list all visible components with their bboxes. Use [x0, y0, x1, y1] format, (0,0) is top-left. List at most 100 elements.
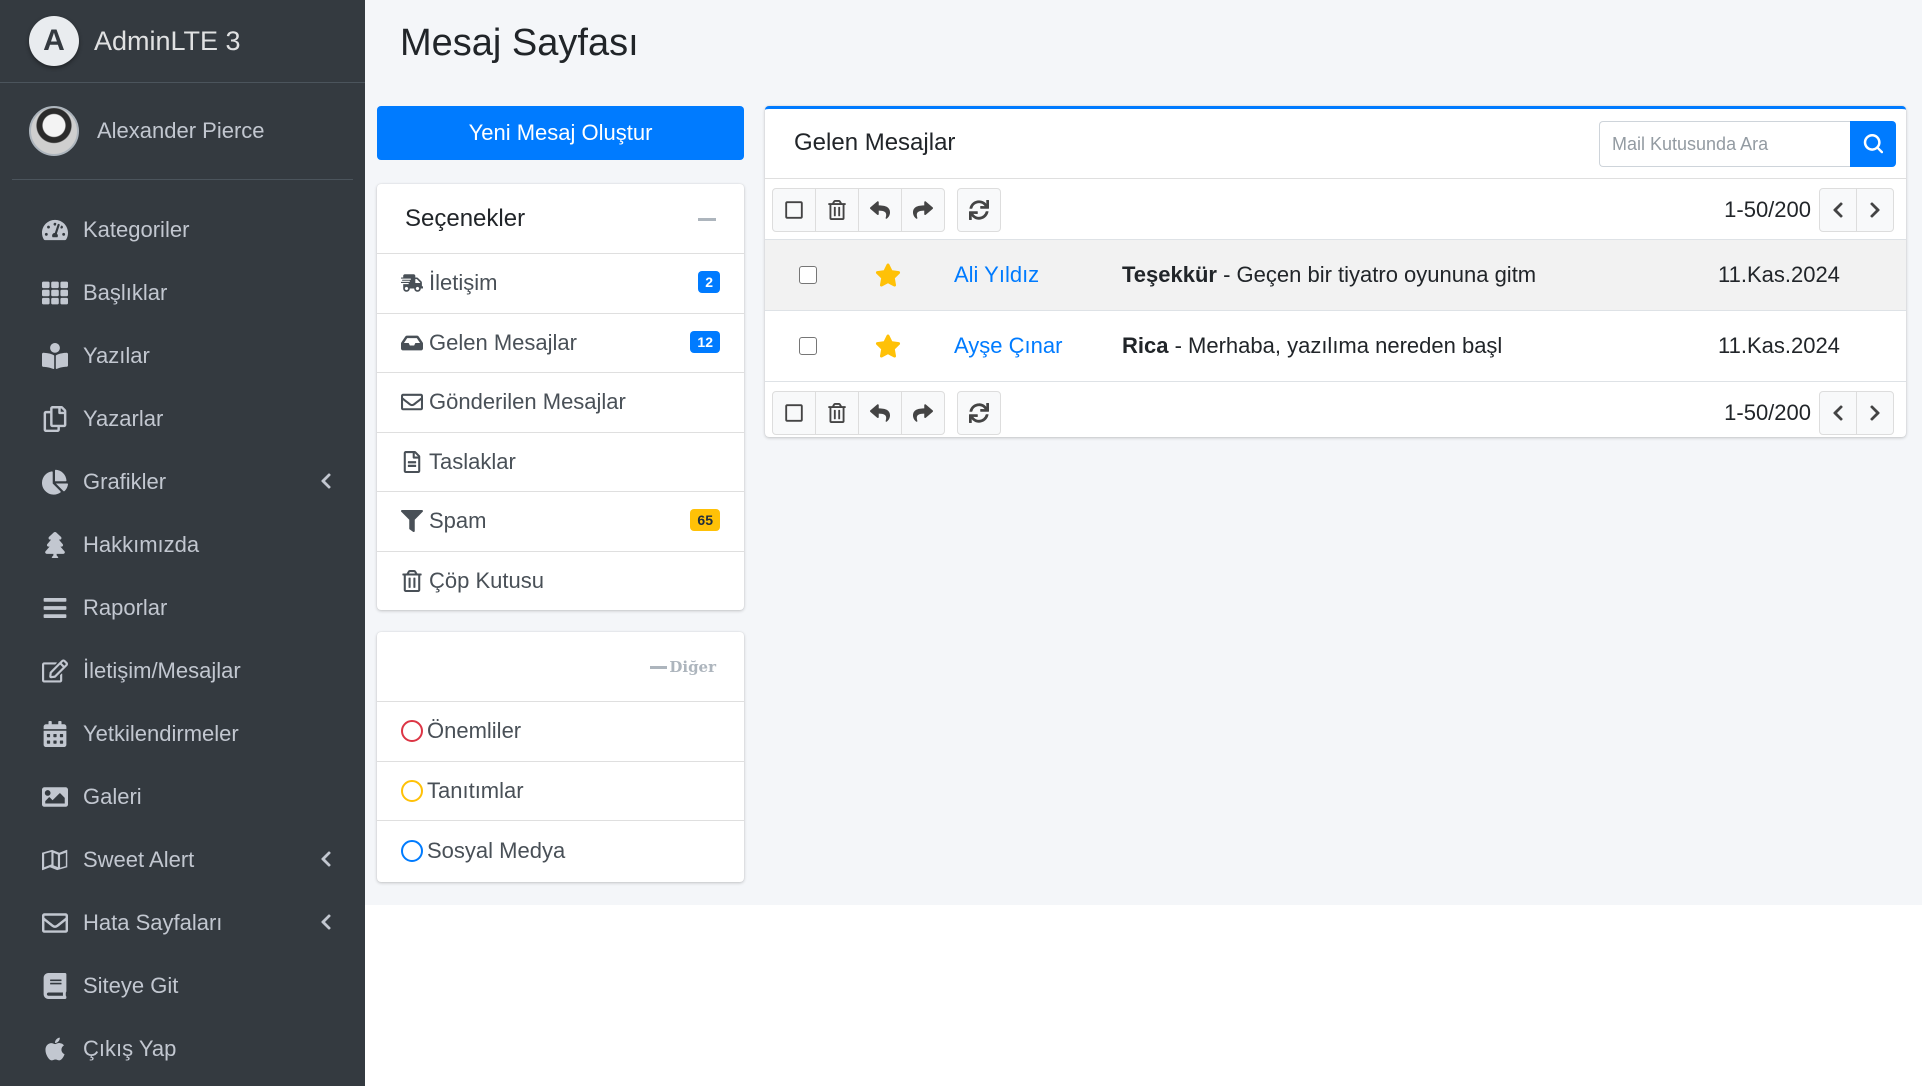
folder-list: İletişim 2 Gelen Mesajlar 12 Gönderilen Mesa…	[377, 254, 744, 611]
user-panel[interactable]: Alexander Pierce	[12, 83, 353, 180]
sidebar-item-label: Siteye Git	[83, 972, 179, 998]
circle-icon	[401, 839, 423, 862]
mail-toolbar-top: 1-50/200	[765, 179, 1906, 239]
sidebar-item-1[interactable]: Başlıklar	[0, 261, 365, 324]
chevron-left-icon	[319, 472, 333, 490]
reply-button[interactable]	[858, 188, 902, 232]
pager-text: 1-50/200	[1724, 400, 1811, 425]
bars-icon	[40, 593, 70, 623]
sidebar-item-8[interactable]: Yetkilendirmeler	[0, 702, 365, 765]
search-button[interactable]	[1850, 121, 1896, 167]
sidebar-item-11[interactable]: Hata Sayfaları	[0, 891, 365, 954]
mail-checkbox[interactable]	[799, 266, 817, 284]
next-page-button[interactable]	[1856, 188, 1894, 232]
edit-icon	[40, 656, 70, 686]
sidebar-item-label: Galeri	[83, 783, 142, 809]
refresh-button[interactable]	[957, 391, 1001, 435]
delete-button[interactable]	[815, 391, 859, 435]
sidebar-item-2[interactable]: Yazılar	[0, 324, 365, 387]
share-icon	[913, 404, 933, 422]
prev-page-button[interactable]	[1819, 188, 1857, 232]
reply-icon	[870, 404, 890, 422]
folder-label: Spam	[429, 508, 487, 534]
labels-collapse-button[interactable]: Diğer	[650, 658, 716, 676]
forward-button[interactable]	[901, 391, 945, 435]
folder-label: Gelen Mesajlar	[429, 329, 577, 355]
select-all-button[interactable]	[772, 188, 816, 232]
compose-button[interactable]: Yeni Mesaj Oluştur	[377, 106, 744, 160]
sidebar-item-12[interactable]: Siteye Git	[0, 954, 365, 1017]
sidebar-item-label: Grafikler	[83, 468, 167, 494]
share-icon	[913, 201, 933, 219]
image-icon	[40, 782, 70, 812]
pie-chart-icon	[40, 467, 70, 497]
mail-preview: - Merhaba, yazılıma nereden başl	[1168, 333, 1503, 358]
grid-icon	[40, 278, 70, 308]
label-item[interactable]: Sosyal Medya	[377, 821, 744, 881]
sidebar-item-5[interactable]: Hakkımızda	[0, 513, 365, 576]
labels-card: Diğer Önemliler Tanıtımlar Sosyal Medya	[377, 632, 744, 882]
mail-sender[interactable]: Ali Yıldız	[954, 262, 1039, 288]
mail-row[interactable]: Ali Yıldız Teşekkür - Geçen bir tiyatro o…	[765, 239, 1906, 310]
mail-search	[1599, 121, 1896, 167]
mail-row[interactable]: Ayşe Çınar Rica - Merhaba, yazılıma nered…	[765, 310, 1906, 381]
sidebar-item-7[interactable]: İletişim/Mesajlar	[0, 639, 365, 702]
collapse-button[interactable]	[698, 218, 716, 221]
mail-preview: - Geçen bir tiyatro oyununa gitm	[1216, 262, 1537, 287]
sidebar-item-label: Kategoriler	[83, 216, 190, 242]
folder-item[interactable]: Taslaklar	[377, 433, 744, 492]
sidebar-item-4[interactable]: Grafikler	[0, 450, 365, 513]
calendar-icon	[40, 719, 70, 749]
mail-subject[interactable]: Teşekkür - Geçen bir tiyatro oyununa git…	[1122, 262, 1536, 288]
sidebar-item-label: Çıkış Yap	[83, 1035, 177, 1061]
brand-link[interactable]: A AdminLTE 3	[0, 0, 365, 83]
envelope-icon	[399, 389, 425, 415]
select-all-button[interactable]	[772, 391, 816, 435]
mail-subject[interactable]: Rica - Merhaba, yazılıma nereden başl	[1122, 333, 1502, 359]
user-name: Alexander Pierce	[97, 118, 265, 143]
circle-icon	[401, 720, 423, 743]
label-item[interactable]: Tanıtımlar	[377, 762, 744, 821]
sidebar-item-6[interactable]: Raporlar	[0, 576, 365, 639]
sidebar-item-13[interactable]: Çıkış Yap	[0, 1017, 365, 1080]
mailbox-card: Gelen Mesajlar 1-50/200 Ali	[765, 106, 1906, 437]
folder-item[interactable]: Gönderilen Mesajlar	[377, 373, 744, 433]
folder-item[interactable]: Çöp Kutusu	[377, 552, 744, 612]
sidebar-item-3[interactable]: Yazarlar	[0, 387, 365, 450]
labels-card-header: Diğer	[377, 632, 744, 702]
mail-toolbar-bottom: 1-50/200	[765, 381, 1906, 441]
mail-list: Ali Yıldız Teşekkür - Geçen bir tiyatro o…	[765, 239, 1906, 381]
tachometer-icon	[40, 215, 70, 245]
avatar	[29, 106, 79, 156]
folder-item[interactable]: Gelen Mesajlar 12	[377, 314, 744, 373]
star-icon[interactable]	[875, 333, 901, 359]
sidebar-item-0[interactable]: Kategoriler	[0, 198, 365, 261]
label-list: Önemliler Tanıtımlar Sosyal Medya	[377, 702, 744, 881]
refresh-button[interactable]	[957, 188, 1001, 232]
folder-label: Taslaklar	[429, 448, 516, 474]
reader-icon	[40, 341, 70, 371]
mail-sender[interactable]: Ayşe Çınar	[954, 333, 1062, 359]
trash-icon	[828, 200, 846, 220]
book-icon	[40, 971, 70, 1001]
reply-button[interactable]	[858, 391, 902, 435]
sidebar-item-label: Yetkilendirmeler	[83, 720, 239, 746]
next-page-button[interactable]	[1856, 391, 1894, 435]
copy-icon	[40, 404, 70, 434]
star-icon[interactable]	[875, 262, 901, 288]
mail-checkbox[interactable]	[799, 337, 817, 355]
forward-button[interactable]	[901, 188, 945, 232]
sidebar-item-9[interactable]: Galeri	[0, 765, 365, 828]
chevron-right-icon	[1870, 405, 1880, 421]
delete-button[interactable]	[815, 188, 859, 232]
mail-subject-title: Teşekkür	[1122, 262, 1217, 287]
file-icon	[399, 449, 425, 475]
label-item[interactable]: Önemliler	[377, 702, 744, 762]
search-input[interactable]	[1599, 121, 1850, 167]
folders-card: Seçenekler İletişim 2 Gelen Mesajlar 12 Gönd…	[377, 184, 744, 610]
folder-item[interactable]: Spam 65	[377, 492, 744, 552]
prev-page-button[interactable]	[1819, 391, 1857, 435]
sidebar-item-label: Hata Sayfaları	[83, 909, 223, 935]
folder-item[interactable]: İletişim 2	[377, 254, 744, 314]
sidebar-item-10[interactable]: Sweet Alert	[0, 828, 365, 891]
